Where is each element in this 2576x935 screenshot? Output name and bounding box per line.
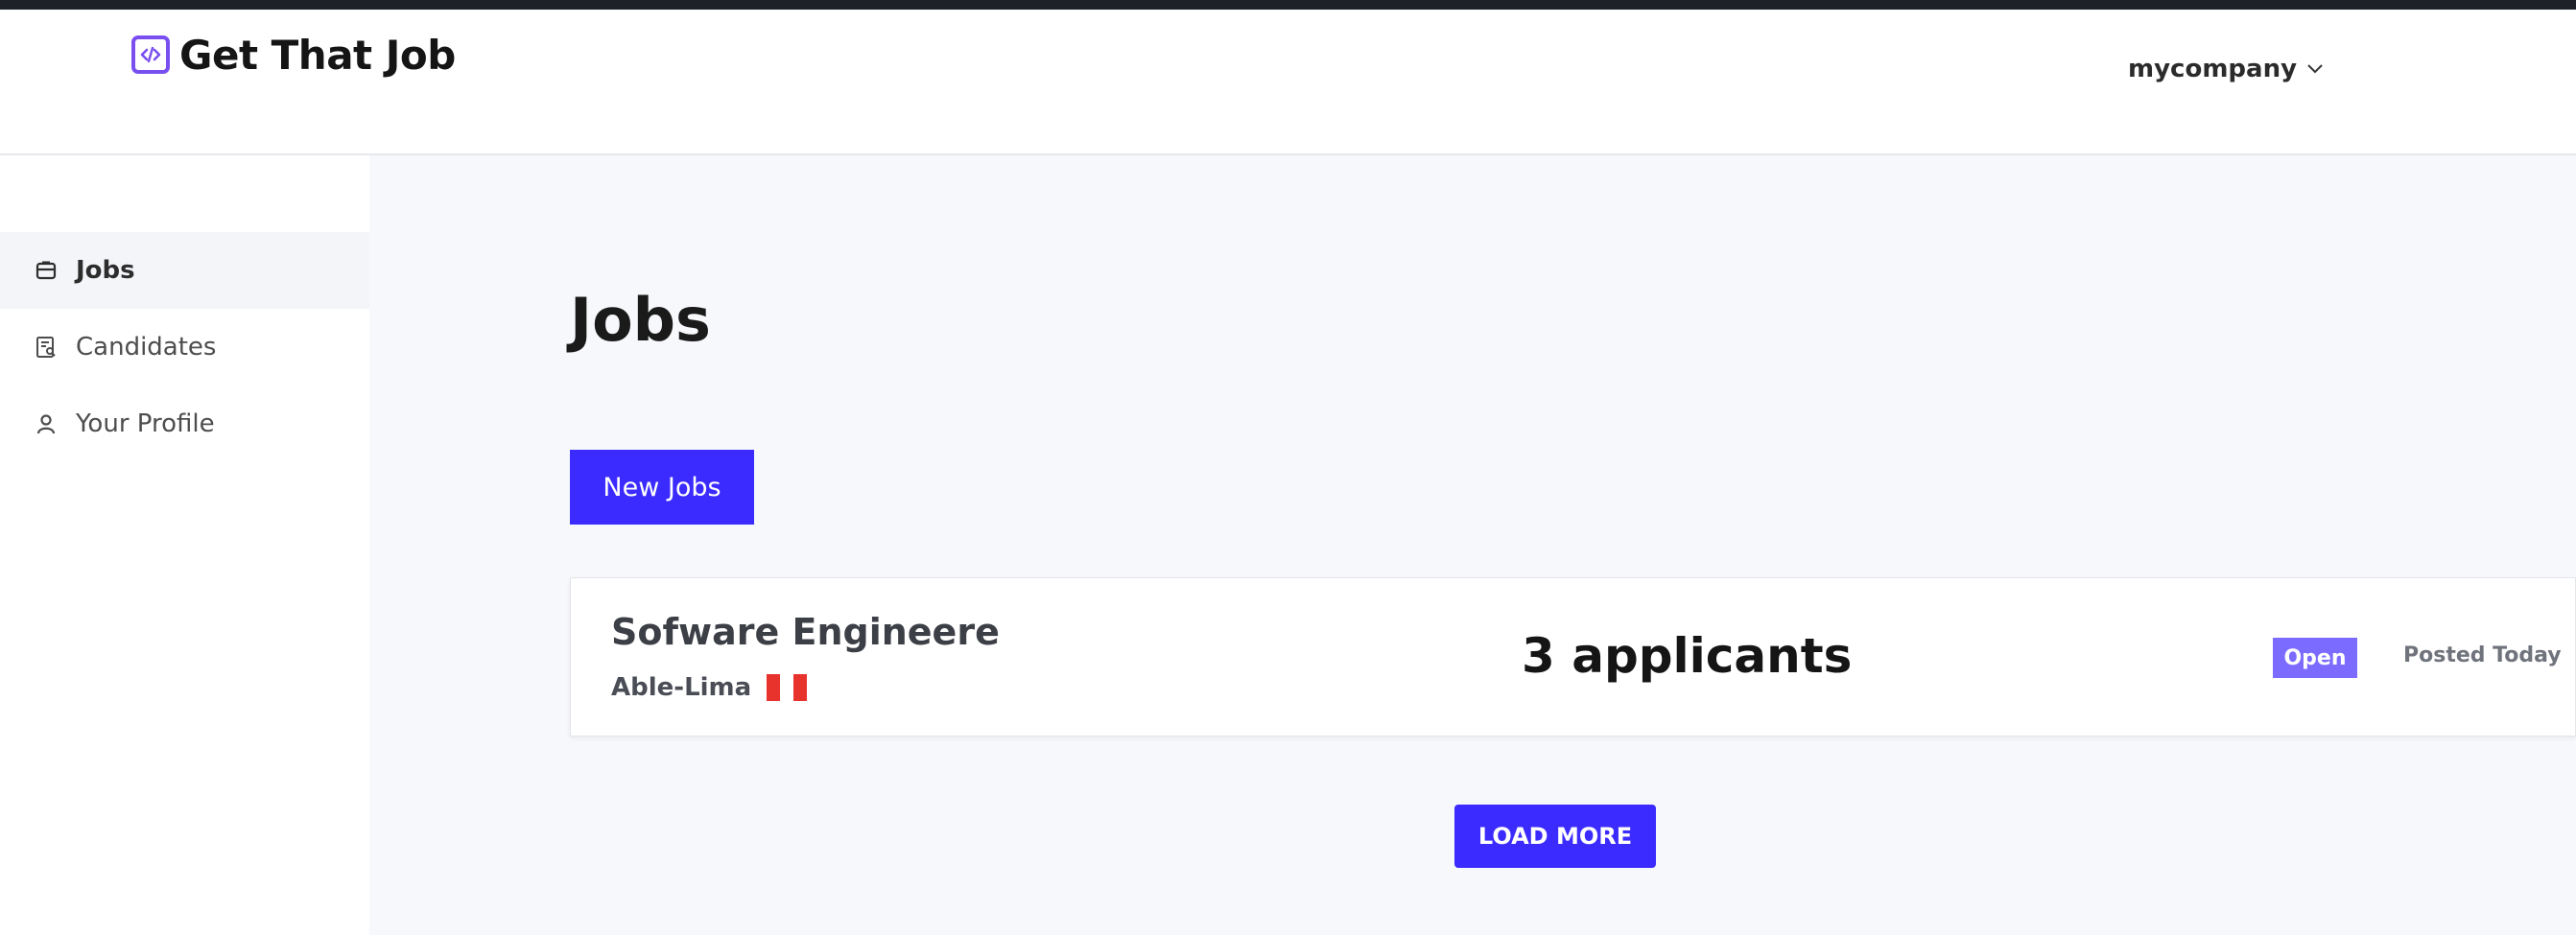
posted-date: Posted Today bbox=[2403, 643, 2562, 667]
job-title: Sofware Engineere bbox=[611, 611, 1000, 653]
sidebar-item-label: Candidates bbox=[76, 333, 217, 362]
status-badge: Open bbox=[2273, 638, 2357, 678]
main-content: Jobs New Jobs Sofware Engineere Able-Lim… bbox=[369, 155, 2576, 935]
chevron-down-icon bbox=[2306, 60, 2324, 79]
job-card[interactable]: Sofware Engineere Able-Lima 3 applicants… bbox=[570, 577, 2576, 736]
account-name: mycompany bbox=[2128, 55, 2298, 83]
new-jobs-button[interactable]: New Jobs bbox=[570, 450, 754, 525]
header: Get That Job mycompany bbox=[0, 10, 2576, 155]
brand-name: Get That Job bbox=[179, 31, 456, 79]
user-icon bbox=[34, 411, 59, 436]
code-logo-icon bbox=[131, 35, 170, 74]
candidates-icon bbox=[34, 335, 59, 360]
sidebar: Jobs Candidates Your Profile bbox=[0, 155, 369, 935]
brand[interactable]: Get That Job bbox=[131, 31, 456, 79]
peru-flag-icon bbox=[767, 674, 808, 701]
page-title: Jobs bbox=[570, 285, 711, 355]
sidebar-item-your-profile[interactable]: Your Profile bbox=[0, 386, 369, 462]
applicants-count: 3 applicants bbox=[1522, 628, 1853, 684]
job-location-text: Able-Lima bbox=[611, 673, 752, 702]
window-top-bar bbox=[0, 0, 2576, 10]
job-location: Able-Lima bbox=[611, 672, 808, 703]
account-menu[interactable]: mycompany bbox=[2128, 50, 2324, 88]
load-more-button[interactable]: LOAD MORE bbox=[1454, 805, 1656, 868]
briefcase-icon bbox=[34, 258, 59, 283]
sidebar-item-candidates[interactable]: Candidates bbox=[0, 309, 369, 386]
sidebar-item-label: Jobs bbox=[76, 256, 135, 285]
sidebar-item-label: Your Profile bbox=[76, 409, 215, 438]
sidebar-item-jobs[interactable]: Jobs bbox=[0, 232, 369, 309]
